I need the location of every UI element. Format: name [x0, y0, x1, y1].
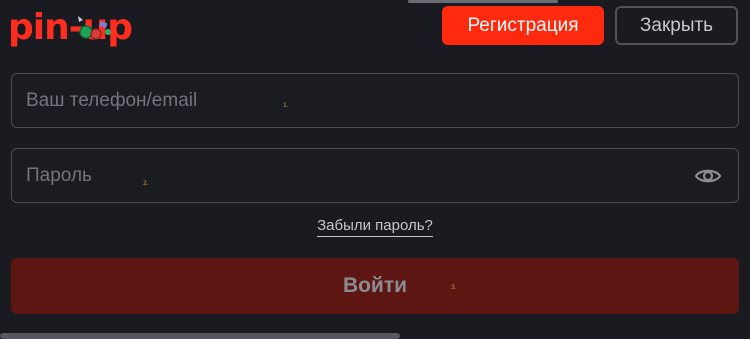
login-field[interactable]: [11, 73, 739, 128]
forgot-password-row: Забыли пароль?: [0, 217, 750, 237]
login-input[interactable]: [26, 74, 686, 127]
field-marker-1: 1.: [283, 102, 289, 109]
chips-icon: [78, 16, 111, 40]
login-page: pin-up Регистрация Закрыть 1. 2. Забыли …: [0, 0, 750, 339]
close-button[interactable]: Закрыть: [615, 6, 738, 45]
logo[interactable]: pin-up: [8, 8, 148, 48]
register-button[interactable]: Регистрация: [442, 6, 604, 45]
eye-icon[interactable]: [694, 164, 722, 188]
field-marker-2: 2.: [143, 180, 149, 187]
field-marker-3: 3.: [451, 284, 457, 291]
password-input[interactable]: [26, 149, 686, 202]
login-button[interactable]: Войти: [11, 258, 739, 314]
forgot-password-link[interactable]: Забыли пароль?: [317, 217, 433, 237]
password-field[interactable]: [11, 148, 739, 203]
horizontal-scrollbar[interactable]: [0, 333, 400, 339]
top-scroll-indicator: [408, 0, 558, 3]
